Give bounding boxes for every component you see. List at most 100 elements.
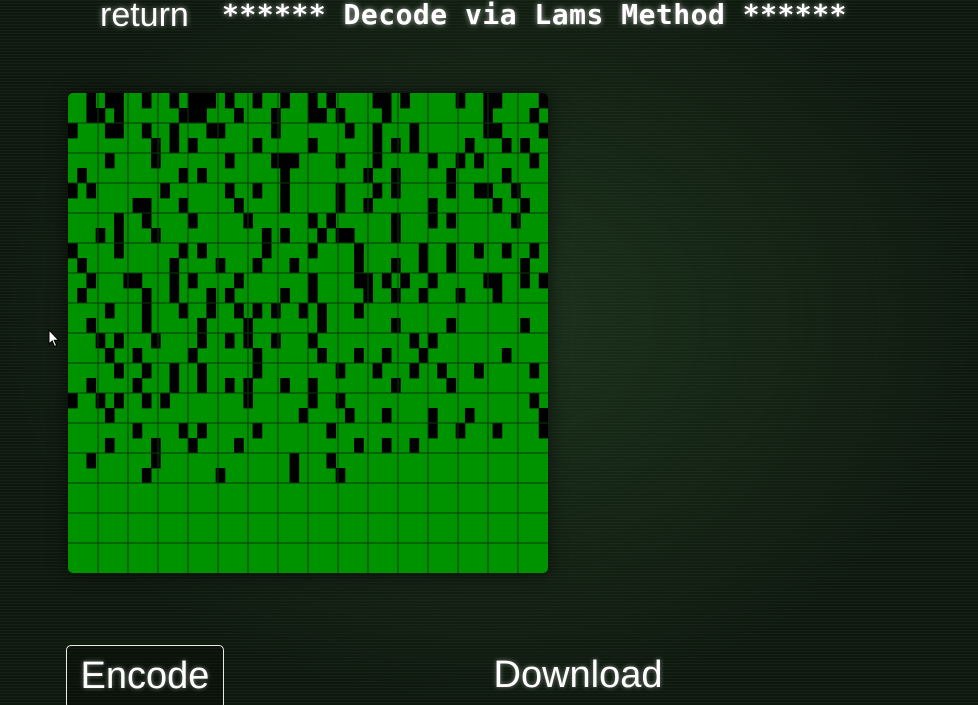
grid-bit-off[interactable]	[391, 228, 401, 244]
grid-bit-off[interactable]	[308, 273, 318, 289]
grid-bit-off[interactable]	[188, 348, 198, 364]
grid-bit-off[interactable]	[234, 438, 244, 454]
grid-bit-off[interactable]	[280, 288, 290, 304]
grid-bit-off[interactable]	[298, 408, 309, 424]
grid-bit-off[interactable]	[335, 183, 346, 199]
grid-bit-off[interactable]	[428, 153, 438, 169]
grid-bit-off[interactable]	[141, 303, 152, 319]
grid-bit-off[interactable]	[114, 213, 124, 229]
grid-bit-off[interactable]	[215, 258, 226, 274]
grid-bit-off[interactable]	[437, 363, 447, 379]
grid-bit-off[interactable]	[317, 318, 327, 334]
grid-bit-off[interactable]	[400, 93, 410, 109]
grid-bit-off[interactable]	[169, 138, 180, 154]
grid-bit-off[interactable]	[95, 333, 106, 349]
grid-bit-off[interactable]	[261, 243, 272, 259]
grid-bit-off[interactable]	[197, 378, 207, 394]
grid-bit-off[interactable]	[354, 258, 364, 274]
grid-bit-off[interactable]	[326, 213, 337, 229]
grid-bit-off[interactable]	[335, 198, 346, 214]
grid-bit-off[interactable]	[77, 168, 87, 184]
grid-bit-off[interactable]	[86, 378, 97, 394]
grid-bit-off[interactable]	[381, 408, 392, 424]
grid-bit-off[interactable]	[280, 153, 290, 169]
grid-bit-off[interactable]	[446, 183, 457, 199]
grid-bit-off[interactable]	[280, 228, 290, 244]
grid-bit-off[interactable]	[197, 108, 207, 124]
grid-bit-off[interactable]	[68, 393, 78, 409]
grid-bit-off[interactable]	[326, 453, 337, 469]
grid-bit-off[interactable]	[455, 153, 466, 169]
grid-bit-off[interactable]	[132, 273, 143, 289]
grid-bit-off[interactable]	[197, 168, 207, 184]
grid-bit-off[interactable]	[151, 138, 161, 154]
grid-bit-off[interactable]	[206, 303, 217, 319]
grid-bit-off[interactable]	[95, 108, 106, 124]
grid-bit-off[interactable]	[169, 378, 180, 394]
grid-bit-off[interactable]	[114, 333, 124, 349]
grid-bit-off[interactable]	[169, 288, 180, 304]
grid-bit-off[interactable]	[104, 408, 115, 424]
grid-bit-off[interactable]	[86, 93, 97, 109]
grid-bit-off[interactable]	[418, 348, 429, 364]
grid-bit-off[interactable]	[511, 183, 521, 199]
grid-bit-off[interactable]	[252, 348, 263, 364]
grid-bit-off[interactable]	[178, 243, 189, 259]
grid-bit-off[interactable]	[492, 288, 503, 304]
grid-bit-off[interactable]	[252, 183, 263, 199]
grid-bit-off[interactable]	[428, 423, 438, 439]
grid-bit-off[interactable]	[252, 138, 263, 154]
grid-bit-off[interactable]	[446, 168, 457, 184]
grid-bit-off[interactable]	[141, 93, 152, 109]
grid-bit-off[interactable]	[418, 258, 429, 274]
grid-bit-off[interactable]	[132, 198, 143, 214]
grid-bit-off[interactable]	[344, 228, 355, 244]
grid-bit-off[interactable]	[178, 198, 189, 214]
grid-bit-off[interactable]	[178, 108, 189, 124]
grid-bit-off[interactable]	[197, 363, 207, 379]
grid-bit-off[interactable]	[68, 183, 78, 199]
grid-bit-off[interactable]	[501, 138, 512, 154]
grid-bit-off[interactable]	[520, 273, 530, 289]
grid-bit-off[interactable]	[141, 393, 152, 409]
grid-bit-off[interactable]	[529, 393, 540, 409]
grid-bit-off[interactable]	[132, 348, 143, 364]
grid-bit-off[interactable]	[308, 213, 318, 229]
grid-bit-off[interactable]	[474, 183, 484, 199]
bit-grid-canvas[interactable]	[68, 93, 548, 573]
grid-bit-off[interactable]	[308, 333, 318, 349]
grid-bit-off[interactable]	[169, 123, 180, 139]
grid-bit-off[interactable]	[271, 123, 281, 139]
grid-bit-off[interactable]	[197, 93, 207, 109]
grid-bit-off[interactable]	[280, 93, 290, 109]
grid-bit-off[interactable]	[446, 258, 457, 274]
grid-bit-off[interactable]	[169, 273, 180, 289]
grid-bit-off[interactable]	[224, 333, 235, 349]
grid-bit-off[interactable]	[77, 258, 87, 274]
grid-bit-off[interactable]	[224, 378, 235, 394]
grid-bit-off[interactable]	[197, 318, 207, 334]
grid-bit-off[interactable]	[354, 438, 364, 454]
grid-bit-off[interactable]	[409, 438, 420, 454]
grid-bit-off[interactable]	[280, 378, 290, 394]
grid-bit-off[interactable]	[308, 138, 318, 154]
grid-bit-off[interactable]	[455, 93, 466, 109]
grid-bit-off[interactable]	[372, 123, 383, 139]
grid-bit-off[interactable]	[372, 93, 383, 109]
grid-bit-off[interactable]	[252, 363, 263, 379]
grid-bit-off[interactable]	[188, 438, 198, 454]
grid-bit-off[interactable]	[446, 213, 457, 229]
grid-bit-off[interactable]	[151, 228, 161, 244]
grid-bit-off[interactable]	[289, 258, 300, 274]
grid-bit-off[interactable]	[206, 288, 217, 304]
grid-bit-off[interactable]	[529, 243, 540, 259]
grid-bit-off[interactable]	[104, 438, 115, 454]
grid-bit-off[interactable]	[317, 348, 327, 364]
grid-bit-off[interactable]	[234, 273, 244, 289]
grid-bit-off[interactable]	[335, 393, 346, 409]
grid-bit-off[interactable]	[188, 213, 198, 229]
grid-bit-off[interactable]	[492, 423, 503, 439]
grid-bit-off[interactable]	[197, 423, 207, 439]
grid-bit-off[interactable]	[114, 393, 124, 409]
grid-bit-off[interactable]	[354, 273, 364, 289]
